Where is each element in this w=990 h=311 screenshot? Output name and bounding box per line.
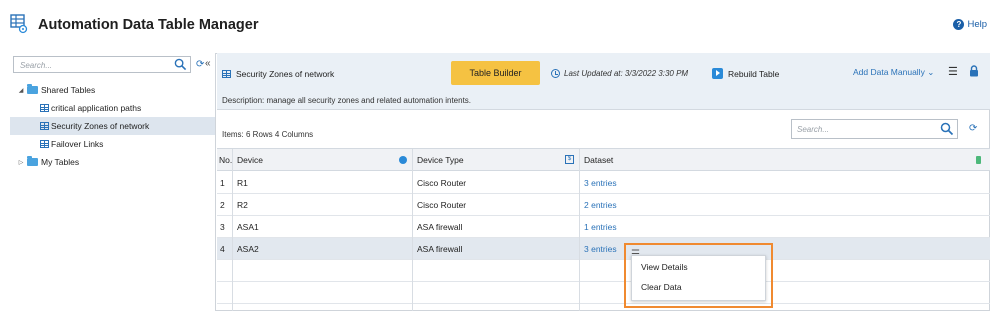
context-menu: View Details Clear Data xyxy=(631,255,766,301)
tree-item-my-tables[interactable]: ▷ My Tables xyxy=(10,153,215,171)
rebuild-table-button[interactable]: Rebuild Table xyxy=(712,68,779,79)
column-divider xyxy=(232,149,233,311)
table-header: Security Zones of network Table Builder … xyxy=(217,53,990,110)
cell-device: ASA2 xyxy=(237,244,259,254)
grid-header: No. Device Device Type $ Dataset xyxy=(217,149,990,171)
tree-search-input[interactable]: Search... xyxy=(13,56,191,73)
data-grid: No. Device Device Type $ Dataset 1 R1 Ci… xyxy=(217,148,990,311)
folder-icon xyxy=(27,156,38,166)
tree-item-label: Failover Links xyxy=(51,139,104,149)
tree-item-shared-tables[interactable]: ◢ Shared Tables xyxy=(10,81,215,99)
app-title: Automation Data Table Manager xyxy=(38,17,259,33)
column-header-no[interactable]: No. xyxy=(219,155,232,165)
add-data-label: Add Data Manually xyxy=(853,67,925,77)
row-divider xyxy=(217,259,990,260)
tree-search-placeholder: Search... xyxy=(20,61,53,70)
clock-icon xyxy=(551,69,560,78)
cell-no: 3 xyxy=(220,222,225,232)
add-data-manually-dropdown[interactable]: Add Data Manually ⌄ xyxy=(853,67,934,78)
cell-device: ASA1 xyxy=(237,222,259,232)
cell-dataset-link[interactable]: 3 entries xyxy=(584,244,617,254)
table-description: Description: manage all security zones a… xyxy=(222,96,472,105)
table-name-label: Security Zones of network xyxy=(236,69,335,79)
table-name: Security Zones of network xyxy=(222,69,334,79)
help-label: Help xyxy=(967,19,987,30)
rebuild-label: Rebuild Table xyxy=(728,68,780,79)
cell-device: R1 xyxy=(237,178,248,188)
cell-no: 4 xyxy=(220,244,225,254)
cell-device-type: Cisco Router xyxy=(417,200,467,210)
cell-device-type: Cisco Router xyxy=(417,178,467,188)
top-bar: Automation Data Table Manager ? Help xyxy=(0,0,990,50)
refresh-icon[interactable]: ⟳ xyxy=(196,59,204,70)
cell-device: R2 xyxy=(237,200,248,210)
left-panel: Search... ⟳ « ◢ Shared Tables critical a… xyxy=(10,53,216,311)
items-count: Items: 6 Rows 4 Columns xyxy=(222,130,314,139)
cell-no: 1 xyxy=(220,178,225,188)
table-icon xyxy=(40,140,49,148)
last-updated: Last Updated at: 3/3/2022 3:30 PM xyxy=(551,69,688,78)
collapse-panel-icon[interactable]: « xyxy=(205,58,211,69)
cell-device-type: ASA firewall xyxy=(417,222,463,232)
table-search-input[interactable]: Search... xyxy=(791,119,958,139)
cell-dataset-link[interactable]: 2 entries xyxy=(584,200,617,210)
table-search-placeholder: Search... xyxy=(797,125,830,134)
last-updated-text: Last Updated at: 3/3/2022 3:30 PM xyxy=(564,69,689,78)
data-table-app-icon xyxy=(10,14,28,34)
search-icon[interactable] xyxy=(174,58,187,71)
view-details-menu-item[interactable]: View Details xyxy=(641,262,688,272)
column-divider xyxy=(412,149,413,311)
cell-dataset-link[interactable]: 1 entries xyxy=(584,222,617,232)
globe-icon[interactable] xyxy=(399,156,407,164)
cell-no: 2 xyxy=(220,200,225,210)
row-divider xyxy=(217,281,990,282)
clear-data-menu-item[interactable]: Clear Data xyxy=(641,282,682,292)
column-type-icon[interactable]: $ xyxy=(565,155,574,164)
row-divider xyxy=(217,215,990,216)
expand-caret-icon[interactable]: ◢ xyxy=(17,87,25,94)
help-link[interactable]: ? Help xyxy=(953,19,987,30)
table-icon xyxy=(222,70,231,78)
table-tree: ◢ Shared Tables critical application pat… xyxy=(10,81,215,171)
tree-item-label: critical application paths xyxy=(51,103,142,113)
table-panel: Security Zones of network Table Builder … xyxy=(217,53,990,311)
table-icon xyxy=(40,122,49,130)
delete-column-icon[interactable] xyxy=(976,156,981,164)
row-divider xyxy=(217,237,990,238)
cell-device-type: ASA firewall xyxy=(417,244,463,254)
row-divider xyxy=(217,303,990,304)
tree-item-label: My Tables xyxy=(41,157,80,167)
table-icon xyxy=(40,104,49,112)
column-header-dataset[interactable]: Dataset xyxy=(584,155,613,165)
row-divider xyxy=(217,193,990,194)
tree-item-label: Security Zones of network xyxy=(51,121,150,131)
hamburger-menu-icon[interactable]: ☰ xyxy=(948,65,958,78)
expand-caret-icon[interactable]: ▷ xyxy=(17,159,25,166)
help-icon: ? xyxy=(953,19,965,30)
column-divider xyxy=(579,149,580,311)
search-icon[interactable] xyxy=(940,122,954,136)
play-icon xyxy=(712,68,723,79)
column-header-device-type[interactable]: Device Type xyxy=(417,155,464,165)
lock-icon[interactable] xyxy=(969,65,979,77)
folder-icon xyxy=(27,84,38,94)
tree-item-label: Shared Tables xyxy=(41,85,96,95)
refresh-icon[interactable]: ⟳ xyxy=(969,123,977,134)
cell-dataset-link[interactable]: 3 entries xyxy=(584,178,617,188)
tree-item-security-zones[interactable]: Security Zones of network xyxy=(10,117,215,135)
chevron-down-icon: ⌄ xyxy=(927,67,935,77)
tree-item-critical-application-paths[interactable]: critical application paths xyxy=(10,99,215,117)
table-builder-button[interactable]: Table Builder xyxy=(451,61,540,85)
column-header-device[interactable]: Device xyxy=(237,155,263,165)
tree-item-failover-links[interactable]: Failover Links xyxy=(10,135,215,153)
